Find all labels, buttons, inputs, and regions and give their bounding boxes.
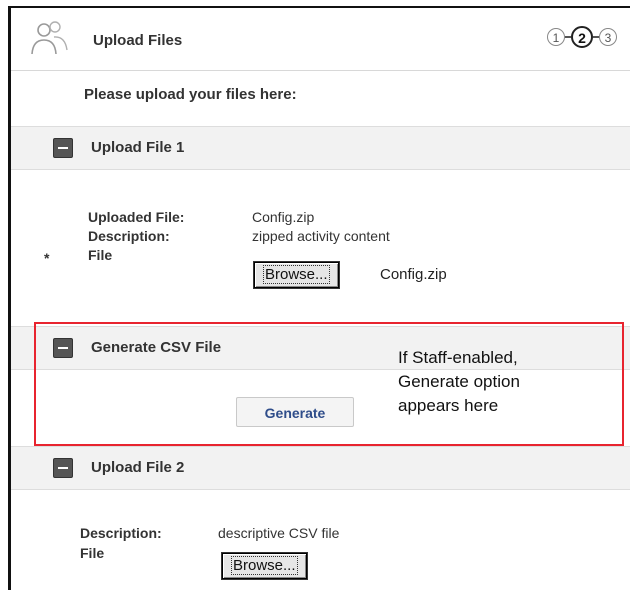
uploaded-file-label: Uploaded File: [88, 209, 185, 225]
description-label: Description: [80, 525, 162, 541]
section-header-upload-file-2[interactable]: Upload File 2 [11, 446, 630, 490]
section-title: Upload File 1 [91, 139, 185, 156]
users-icon [31, 21, 68, 55]
file-label: File [88, 247, 113, 263]
step-2-active[interactable]: 2 [571, 26, 593, 48]
intro-text: Please upload your files here: [84, 86, 297, 103]
step-1[interactable]: 1 [547, 28, 565, 46]
description-value: descriptive CSV file [218, 525, 340, 541]
required-mark: * [44, 250, 50, 266]
step-indicator: 1 2 3 [547, 26, 617, 48]
section-title: Upload File 2 [91, 459, 185, 476]
callout-box [34, 322, 624, 446]
callout-text: If Staff-enabled, Generate option appear… [398, 348, 520, 415]
browse-label: Browse... [231, 556, 298, 575]
browse-button[interactable]: Browse... [222, 553, 307, 579]
section-header-upload-file-1[interactable]: Upload File 1 [11, 126, 630, 170]
collapse-icon[interactable] [53, 458, 73, 478]
description-value: zipped activity content [252, 228, 390, 244]
browse-button[interactable]: Browse... [254, 262, 339, 288]
file-label: File [80, 545, 105, 561]
description-label: Description: [88, 228, 170, 244]
uploaded-file-value: Config.zip [252, 209, 315, 225]
selected-file-name: Config.zip [380, 266, 447, 283]
browse-label: Browse... [263, 265, 330, 284]
collapse-icon[interactable] [53, 138, 73, 158]
frame-left-border [8, 6, 11, 590]
page-title: Upload Files [93, 32, 183, 49]
page-header: Upload Files 1 2 3 [11, 8, 630, 71]
step-3[interactable]: 3 [599, 28, 617, 46]
